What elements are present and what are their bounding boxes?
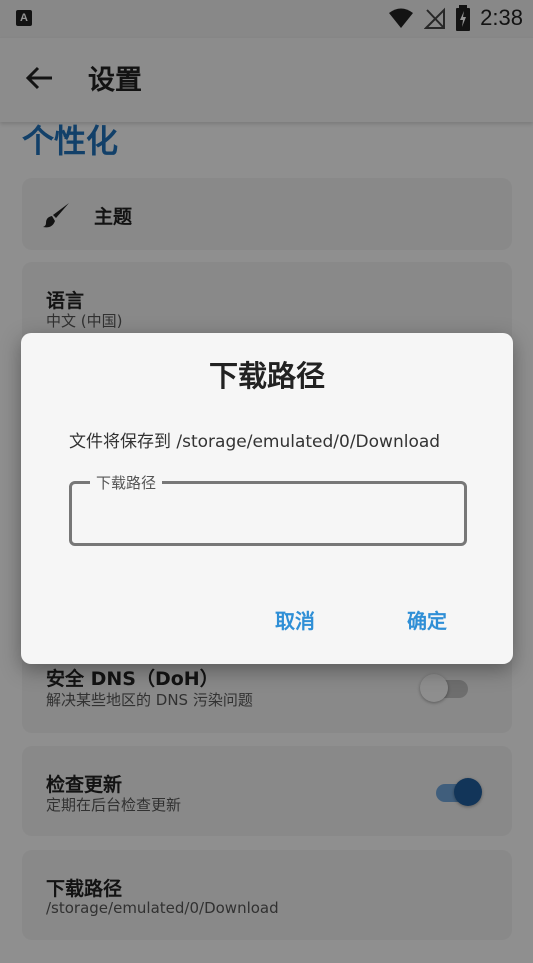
download-path-input[interactable] (86, 496, 450, 528)
download-path-dialog: 下载路径 文件将保存到 /storage/emulated/0/Download… (21, 333, 513, 664)
download-path-field[interactable]: 下载路径 (69, 472, 467, 546)
download-path-field-label: 下载路径 (90, 472, 163, 493)
dialog-message: 文件将保存到 /storage/emulated/0/Download (69, 432, 441, 452)
confirm-button[interactable]: 确定 (407, 605, 447, 634)
cancel-button[interactable]: 取消 (275, 605, 315, 634)
dialog-title: 下载路径 (208, 359, 325, 393)
